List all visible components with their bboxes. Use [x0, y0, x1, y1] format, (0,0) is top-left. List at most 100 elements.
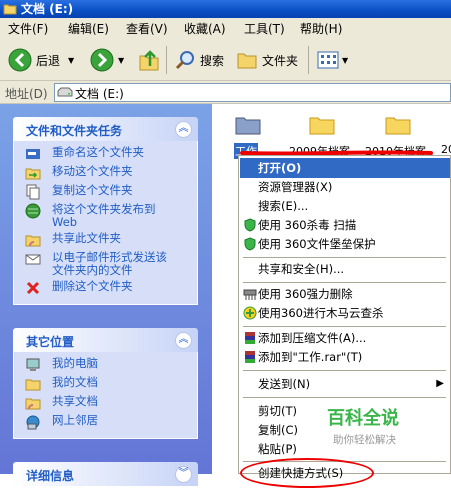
place-label: 我的文档 [52, 375, 98, 389]
task-move[interactable]: 移动这个文件夹 [14, 164, 197, 183]
task-publish[interactable]: 将这个文件夹发布到 Web [14, 202, 197, 231]
menu-360-protect[interactable]: 使用 360文件堡垒保护 [240, 234, 450, 254]
menu-separator [243, 257, 446, 258]
task-email[interactable]: 以电子邮件形式发送该 文件夹内的文件 [14, 250, 197, 279]
place-shared-documents[interactable]: 共享文档 [14, 394, 197, 413]
other-places-header[interactable]: 其它位置 ︽ [13, 328, 198, 352]
back-button[interactable]: 后退 ▼ [8, 46, 74, 74]
folder-icon[interactable] [385, 113, 411, 135]
task-label: 共享此文件夹 [52, 231, 121, 245]
collapse-chevron-icon[interactable]: ︽ [175, 332, 192, 349]
shredder-icon [243, 289, 257, 300]
shield-360-icon [244, 237, 256, 251]
folder-icon[interactable] [235, 113, 261, 135]
place-label: 网上邻居 [52, 413, 98, 427]
details-header[interactable]: 详细信息 ︾ [13, 462, 198, 486]
menu-separator [243, 326, 446, 327]
menu-open[interactable]: 打开(O) [240, 158, 450, 178]
menu-label: 使用 360文件堡垒保护 [258, 237, 376, 251]
folders-button[interactable]: 文件夹 [236, 46, 298, 74]
place-network[interactable]: 网上邻居 [14, 413, 197, 432]
search-label: 搜索 [200, 53, 225, 68]
menu-file[interactable]: 文件(F) [6, 21, 50, 37]
move-icon [25, 168, 41, 180]
details-panel: 详细信息 ︾ [13, 462, 198, 486]
menu-separator [243, 370, 446, 371]
task-delete[interactable]: 删除这个文件夹 [14, 279, 197, 298]
expand-chevron-icon[interactable]: ︾ [175, 466, 192, 483]
task-rename[interactable]: 重命名这个文件夹 [14, 145, 197, 164]
task-copy[interactable]: 复制这个文件夹 [14, 183, 197, 202]
menu-send-to[interactable]: 发送到(N) ▶ [240, 374, 450, 394]
email-icon [25, 254, 41, 265]
menu-tools[interactable]: 工具(T) [242, 21, 287, 37]
task-label-cont: 文件夹内的文件 [52, 263, 133, 277]
up-folder-icon [139, 50, 159, 71]
annotation-circle [240, 458, 374, 488]
forward-dropdown-icon[interactable]: ▼ [118, 56, 124, 65]
menu-search[interactable]: 搜索(E)... [240, 196, 450, 216]
menu-360-shred[interactable]: 使用 360强力删除 [240, 284, 450, 304]
task-pane: 文件和文件夹任务 ︽ 重命名这个文件夹 移动这个文件夹 复制这个文件夹 将这个文… [0, 104, 212, 486]
place-label: 共享文档 [52, 394, 98, 408]
forward-arrow-icon [90, 48, 114, 72]
folder-icon [3, 4, 17, 15]
menu-360-trojan-scan[interactable]: 使用360进行木马云查杀 [240, 303, 450, 323]
task-label: 移动这个文件夹 [52, 164, 133, 178]
watermark-subtitle: 助你轻松解决 [333, 434, 396, 446]
place-label: 我的电脑 [52, 356, 98, 370]
menu-separator [243, 397, 446, 398]
place-my-documents[interactable]: 我的文档 [14, 375, 197, 394]
file-tasks-title: 文件和文件夹任务 [26, 124, 123, 138]
task-label: 重命名这个文件夹 [52, 145, 144, 159]
publish-web-icon [25, 203, 41, 219]
winrar-icon [245, 332, 255, 344]
menu-label: 使用360进行木马云查杀 [258, 306, 384, 320]
drive-icon [57, 87, 73, 97]
other-places-panel: 其它位置 ︽ 我的电脑 我的文档 共享文档 网上邻居 [13, 328, 198, 439]
address-input[interactable]: 文档 (E:) [54, 83, 451, 102]
watermark: 百科全说 助你轻松解决 [327, 404, 399, 447]
menu-help[interactable]: 帮助(H) [298, 21, 344, 37]
folders-label: 文件夹 [262, 53, 299, 68]
collapse-chevron-icon[interactable]: ︽ [175, 121, 192, 138]
submenu-arrow-icon: ▶ [436, 378, 444, 389]
views-dropdown-icon[interactable]: ▼ [342, 56, 348, 65]
menu-label: 使用 360杀毒 扫描 [258, 218, 357, 232]
menu-label: 使用 360强力删除 [258, 287, 353, 301]
views-button[interactable]: ▼ [316, 46, 348, 74]
file-tasks-header[interactable]: 文件和文件夹任务 ︽ [13, 117, 198, 141]
menu-add-rar[interactable]: 添加到"工作.rar"(T) [240, 347, 450, 367]
shield-360-icon [244, 218, 256, 232]
plus-360-icon [243, 306, 257, 320]
toolbar-separator [308, 46, 309, 74]
menu-360-antivirus[interactable]: 使用 360杀毒 扫描 [240, 215, 450, 235]
task-label: 删除这个文件夹 [52, 279, 133, 293]
search-button[interactable]: 搜索 [174, 46, 224, 74]
my-computer-icon [26, 358, 40, 371]
back-dropdown-icon[interactable]: ▼ [68, 56, 74, 65]
details-title: 详细信息 [26, 469, 75, 483]
watermark-title: 百科全说 [327, 408, 399, 429]
window-title: 文档 (E:) [21, 2, 74, 16]
task-share[interactable]: 共享此文件夹 [14, 231, 197, 250]
file-tasks-panel: 文件和文件夹任务 ︽ 重命名这个文件夹 移动这个文件夹 复制这个文件夹 将这个文… [13, 117, 198, 305]
folder-icon[interactable] [309, 113, 335, 135]
place-my-computer[interactable]: 我的电脑 [14, 356, 197, 375]
back-arrow-icon [8, 48, 32, 72]
task-label: 将这个文件夹发布到 [52, 202, 156, 216]
menu-label: 发送到(N) [258, 377, 311, 391]
forward-button[interactable]: ▼ [90, 46, 124, 74]
network-icon [26, 415, 40, 430]
menu-edit[interactable]: 编辑(E) [66, 21, 111, 37]
title-bar: 文档 (E:) [0, 0, 451, 18]
shared-documents-icon [25, 398, 41, 410]
back-label: 后退 [36, 53, 61, 68]
menu-view[interactable]: 查看(V) [124, 21, 170, 37]
menu-explorer[interactable]: 资源管理器(X) [240, 177, 450, 197]
up-folder-button[interactable] [138, 46, 160, 74]
menu-sharing[interactable]: 共享和安全(H)... [240, 259, 450, 279]
menu-favorites[interactable]: 收藏(A) [182, 21, 228, 37]
address-value: 文档 (E:) [75, 87, 124, 101]
menu-add-archive[interactable]: 添加到压缩文件(A)... [240, 328, 450, 348]
